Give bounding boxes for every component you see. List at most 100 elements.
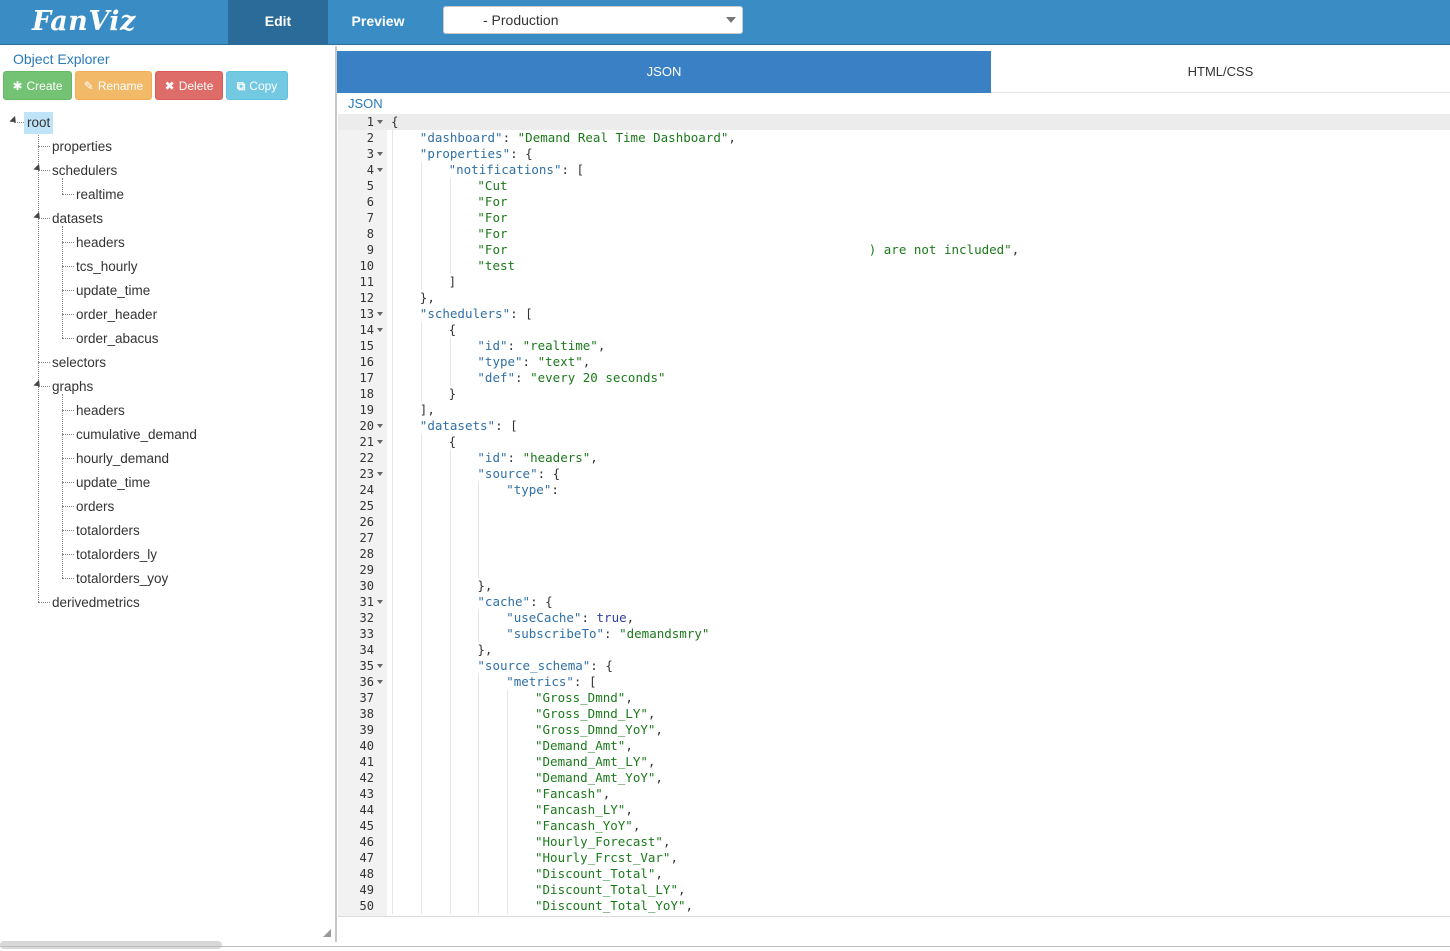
code-line[interactable]: 32 "useCache": true, xyxy=(338,610,1450,626)
code-line[interactable]: 29 xyxy=(338,562,1450,578)
tree-node-graphs-headers[interactable]: headers xyxy=(73,400,128,422)
code-line[interactable]: 3 "properties": { xyxy=(338,146,1450,162)
code-line[interactable]: 23 "source": { xyxy=(338,466,1450,482)
code-line[interactable]: 4 "notifications": [ xyxy=(338,162,1450,178)
code-line[interactable]: 28 xyxy=(338,546,1450,562)
tree-node-datasets[interactable]: datasets xyxy=(49,208,106,230)
code-line[interactable]: 12}, xyxy=(338,290,1450,306)
code-line[interactable]: 40 "Demand_Amt", xyxy=(338,738,1450,754)
code-line[interactable]: 47 "Hourly_Frcst_Var", xyxy=(338,850,1450,866)
tree-node-order-abacus[interactable]: order_abacus xyxy=(73,328,162,350)
tab-json[interactable]: JSON xyxy=(337,51,991,93)
code-line[interactable]: 26 xyxy=(338,514,1450,530)
code-line[interactable]: 38 "Gross_Dmnd_LY", xyxy=(338,706,1450,722)
code-line[interactable]: 11] xyxy=(338,274,1450,290)
fold-toggle-icon[interactable] xyxy=(377,168,383,172)
rename-button[interactable]: ✎ Rename xyxy=(75,71,152,100)
code-line[interactable]: 7 "For xyxy=(338,210,1450,226)
tree-node-cumulative-demand[interactable]: cumulative_demand xyxy=(73,424,200,446)
expand-caret-icon[interactable] xyxy=(33,211,43,222)
tree-node-orders[interactable]: orders xyxy=(73,496,117,518)
code-line[interactable]: 15 "id": "realtime", xyxy=(338,338,1450,354)
code-line[interactable]: 27 xyxy=(338,530,1450,546)
code-line[interactable]: 30}, xyxy=(338,578,1450,594)
code-line[interactable]: 17 "def": "every 20 seconds" xyxy=(338,370,1450,386)
tree-node-graphs[interactable]: graphs xyxy=(49,376,96,398)
code-line[interactable]: 2 "dashboard": "Demand Real Time Dashboar… xyxy=(338,130,1450,146)
nav-tab-preview[interactable]: Preview xyxy=(328,0,428,45)
code-line[interactable]: 43 "Fancash", xyxy=(338,786,1450,802)
code-line[interactable]: 33 "subscribeTo": "demandsmry" xyxy=(338,626,1450,642)
code-line[interactable]: 21 { xyxy=(338,434,1450,450)
code-line[interactable]: 25 xyxy=(338,498,1450,514)
fold-toggle-icon[interactable] xyxy=(377,312,383,316)
code-line[interactable]: 37 "Gross_Dmnd", xyxy=(338,690,1450,706)
code-line[interactable]: 13 "schedulers": [ xyxy=(338,306,1450,322)
code-line[interactable]: 20 "datasets": [ xyxy=(338,418,1450,434)
tree-node-tcs-hourly[interactable]: tcs_hourly xyxy=(73,256,141,278)
explorer-horizontal-scrollbar[interactable] xyxy=(0,941,222,949)
tree-node-order-header[interactable]: order_header xyxy=(73,304,160,326)
code-line[interactable]: 22 "id": "headers", xyxy=(338,450,1450,466)
code-line[interactable]: 8 "For xyxy=(338,226,1450,242)
fold-toggle-icon[interactable] xyxy=(377,600,383,604)
fold-toggle-icon[interactable] xyxy=(377,680,383,684)
fold-toggle-icon[interactable] xyxy=(377,472,383,476)
resize-handle-icon[interactable] xyxy=(323,929,331,937)
tree-node-hourly-demand[interactable]: hourly_demand xyxy=(73,448,172,470)
expand-caret-icon[interactable] xyxy=(9,115,19,126)
nav-tab-edit[interactable]: Edit xyxy=(228,0,328,45)
tree-node-datasets-update-time[interactable]: update_time xyxy=(73,280,153,302)
code-line[interactable]: 14 { xyxy=(338,322,1450,338)
tree-node-schedulers[interactable]: schedulers xyxy=(49,160,120,182)
code-line[interactable]: 16 "type": "text", xyxy=(338,354,1450,370)
fold-toggle-icon[interactable] xyxy=(377,440,383,444)
environment-select[interactable]: - Production xyxy=(443,6,743,34)
code-line[interactable]: 36 "metrics": [ xyxy=(338,674,1450,690)
json-code-editor[interactable]: 1{2 "dashboard": "Demand Real Time Dashbo… xyxy=(338,114,1450,917)
copy-button[interactable]: ⧉ Copy xyxy=(226,71,288,100)
fold-toggle-icon[interactable] xyxy=(377,424,383,428)
fold-toggle-icon[interactable] xyxy=(377,120,383,124)
tab-html-css[interactable]: HTML/CSS xyxy=(991,51,1450,93)
code-line[interactable]: 34}, xyxy=(338,642,1450,658)
code-line[interactable]: 18} xyxy=(338,386,1450,402)
code-line[interactable]: 41 "Demand_Amt_LY", xyxy=(338,754,1450,770)
tree-node-graphs-update-time[interactable]: update_time xyxy=(73,472,153,494)
code-line[interactable]: 49 "Discount_Total_LY", xyxy=(338,882,1450,898)
fold-toggle-icon[interactable] xyxy=(377,328,383,332)
code-line[interactable]: 50 "Discount_Total_YoY", xyxy=(338,898,1450,914)
code-line[interactable]: 24 "type": xyxy=(338,482,1450,498)
expand-caret-icon[interactable] xyxy=(33,163,43,174)
tree-node-realtime[interactable]: realtime xyxy=(73,184,127,206)
tree-node-selectors[interactable]: selectors xyxy=(49,352,109,374)
delete-button[interactable]: ✖ Delete xyxy=(155,71,223,100)
tree-node-derivedmetrics[interactable]: derivedmetrics xyxy=(49,592,143,614)
code-line[interactable]: 44 "Fancash_LY", xyxy=(338,802,1450,818)
code-line[interactable]: 31 "cache": { xyxy=(338,594,1450,610)
fold-toggle-icon[interactable] xyxy=(377,152,383,156)
code-line[interactable]: 39 "Gross_Dmnd_YoY", xyxy=(338,722,1450,738)
panel-splitter[interactable] xyxy=(335,46,337,942)
tree-node-totalorders-ly[interactable]: totalorders_ly xyxy=(73,544,160,566)
tree-node-totalorders[interactable]: totalorders xyxy=(73,520,143,542)
code-line[interactable]: 46 "Hourly_Forecast", xyxy=(338,834,1450,850)
code-line[interactable]: 42 "Demand_Amt_YoY", xyxy=(338,770,1450,786)
code-line[interactable]: 19], xyxy=(338,402,1450,418)
tree-node-root[interactable]: root xyxy=(24,112,54,134)
code-line[interactable]: 9 "For ) are not included", xyxy=(338,242,1450,258)
code-line[interactable]: 48 "Discount_Total", xyxy=(338,866,1450,882)
tree-node-datasets-headers[interactable]: headers xyxy=(73,232,128,254)
code-line[interactable]: 10 "test xyxy=(338,258,1450,274)
expand-caret-icon[interactable] xyxy=(33,379,43,390)
fold-toggle-icon[interactable] xyxy=(377,664,383,668)
code-line[interactable]: 45 "Fancash_YoY", xyxy=(338,818,1450,834)
create-button[interactable]: ✱ Create xyxy=(3,71,72,100)
line-number: 32 xyxy=(359,611,374,625)
tree-node-properties[interactable]: properties xyxy=(49,136,115,158)
tree-node-totalorders-yoy[interactable]: totalorders_yoy xyxy=(73,568,171,590)
code-line[interactable]: 6 "For xyxy=(338,194,1450,210)
code-line[interactable]: 1{ xyxy=(338,114,1450,130)
code-line[interactable]: 35 "source_schema": { xyxy=(338,658,1450,674)
code-line[interactable]: 5 "Cut xyxy=(338,178,1450,194)
